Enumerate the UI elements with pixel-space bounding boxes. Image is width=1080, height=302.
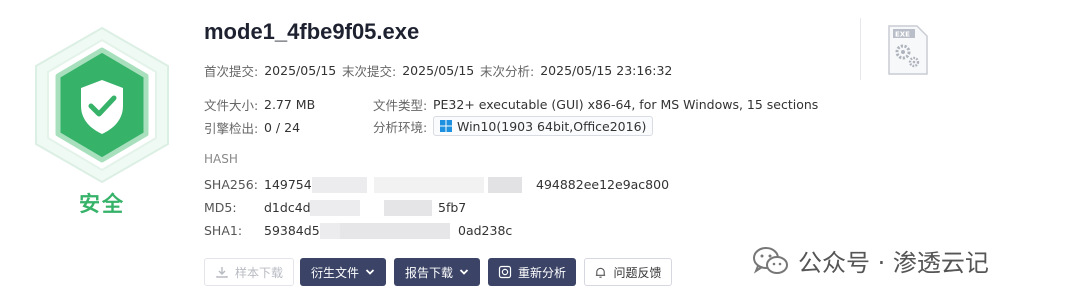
redaction-block xyxy=(312,177,367,193)
feedback-label: 问题反馈 xyxy=(613,265,662,280)
chevron-down-icon xyxy=(459,269,469,275)
last-submit: 末次提交: 2025/05/15 xyxy=(342,61,474,80)
exe-file-icon: EXE xyxy=(887,24,929,80)
last-submit-value: 2025/05/15 xyxy=(402,63,475,78)
sha1-row: SHA1: 59384d58 0ad238c xyxy=(204,223,524,239)
file-icon-label: EXE xyxy=(895,31,910,39)
verdict-badge: 安全 xyxy=(22,22,182,222)
first-submit-value: 2025/05/15 xyxy=(264,63,337,78)
last-analysis: 末次分析: 2025/05/15 23:16:32 xyxy=(480,61,672,80)
feedback-button[interactable]: 问题反馈 xyxy=(584,258,672,286)
sample-download-button[interactable]: 样本下载 xyxy=(204,258,294,286)
redaction-block xyxy=(488,177,522,193)
bell-icon xyxy=(596,267,606,278)
verdict-label: 安全 xyxy=(79,192,125,216)
file-type-value: PE32+ executable (GUI) x86-64, for MS Wi… xyxy=(433,97,819,112)
sample-download-label: 样本下载 xyxy=(234,265,283,280)
report-download-label: 报告下载 xyxy=(404,265,453,280)
file-size-label: 文件大小: xyxy=(204,98,259,113)
analysis-env: 分析环境: Win10(1903 64bit,Office2016) xyxy=(373,116,654,136)
last-analysis-label: 末次分析: xyxy=(480,64,535,79)
redaction-block xyxy=(374,177,484,193)
first-submit-label: 首次提交: xyxy=(204,64,259,79)
chevron-down-icon xyxy=(365,269,375,275)
watermark: 公众号 · 渗透云记 xyxy=(752,243,989,278)
hash-heading: HASH xyxy=(204,152,238,166)
watermark-text: 公众号 · 渗透云记 xyxy=(798,249,989,277)
engine-detection-label: 引擎检出: xyxy=(204,121,259,136)
divider xyxy=(860,18,861,80)
sha256-end: 494882ee12e9ac800 xyxy=(536,177,670,192)
md5-label: MD5: xyxy=(204,200,237,215)
download-icon xyxy=(216,267,228,278)
file-size-value: 2.77 MB xyxy=(264,97,316,112)
derived-files-label: 衍生文件 xyxy=(310,265,359,280)
wechat-icon xyxy=(753,246,788,274)
sha256-row: SHA256: 149754d 494882ee12e9ac800 xyxy=(204,177,669,193)
file-type: 文件类型: PE32+ executable (GUI) x86-64, for… xyxy=(373,95,818,114)
file-name: mode1_4fbe9f05.exe xyxy=(204,19,420,44)
shield-check-icon xyxy=(35,26,169,184)
md5-row: MD5: d1dc4d3 5fb7 xyxy=(204,200,504,216)
reanalyze-label: 重新分析 xyxy=(517,265,566,280)
analysis-env-label: 分析环境: xyxy=(373,119,428,135)
reanalyze-button[interactable]: 重新分析 xyxy=(488,258,576,286)
sha256-label: SHA256: xyxy=(204,177,258,192)
sha1-label: SHA1: xyxy=(204,223,243,238)
env-tag: Win10(1903 64bit,Office2016) xyxy=(433,116,654,136)
file-size: 文件大小: 2.77 MB xyxy=(204,95,315,114)
last-analysis-value: 2025/05/15 23:16:32 xyxy=(540,63,673,78)
redaction-block xyxy=(384,200,432,216)
report-download-button[interactable]: 报告下载 xyxy=(394,258,480,286)
sha1-end: 0ad238c xyxy=(458,223,513,238)
derived-files-button[interactable]: 衍生文件 xyxy=(300,258,386,286)
env-value: Win10(1903 64bit,Office2016) xyxy=(457,118,647,134)
file-type-label: 文件类型: xyxy=(373,98,428,113)
sha1-start: 59384d58 xyxy=(264,223,328,238)
first-submit: 首次提交: 2025/05/15 xyxy=(204,61,336,80)
engine-detection-value: 0 / 24 xyxy=(264,120,301,135)
refresh-icon xyxy=(498,265,512,279)
redaction-block xyxy=(340,223,450,239)
redaction-block xyxy=(310,200,360,216)
last-submit-label: 末次提交: xyxy=(342,64,397,79)
windows-icon xyxy=(440,120,452,132)
engine-detection: 引擎检出: 0 / 24 xyxy=(204,118,300,137)
md5-end: 5fb7 xyxy=(438,200,467,215)
